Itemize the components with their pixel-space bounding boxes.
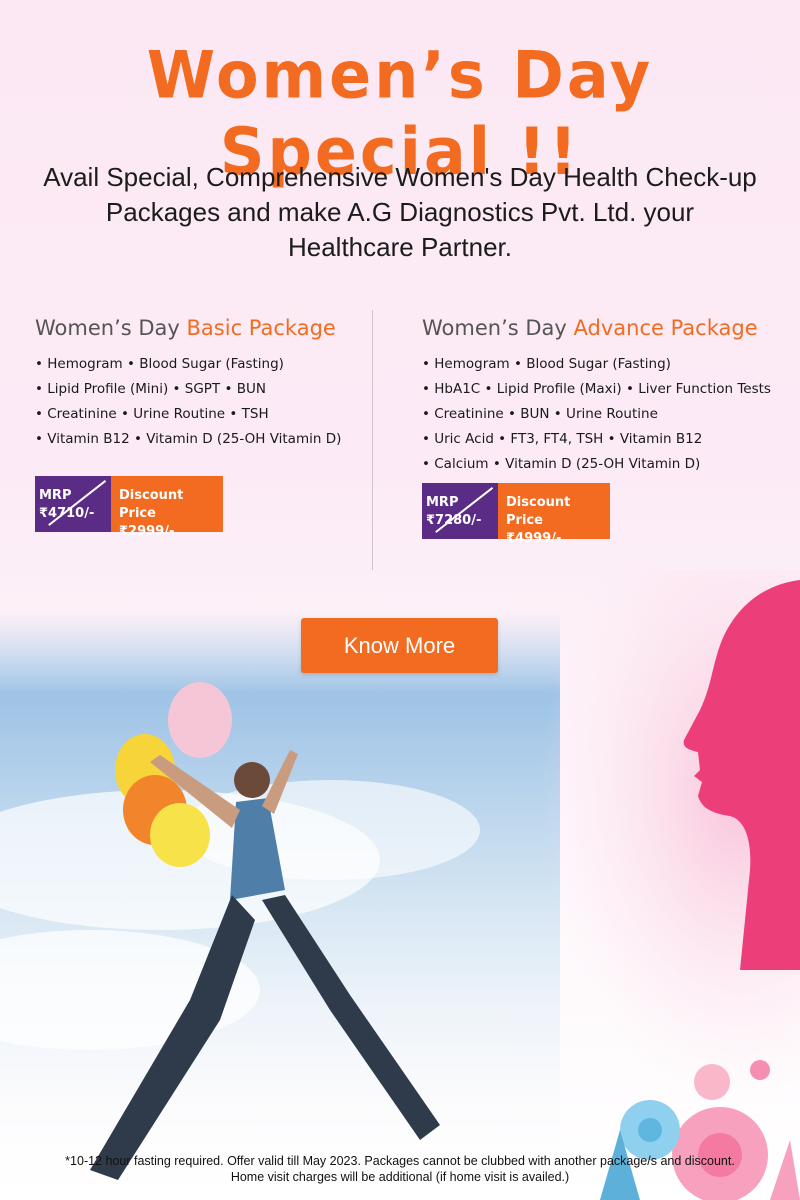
list-item: • Calcium • Vitamin D (25-OH Vitamin D) (422, 456, 701, 472)
list-item: • Creatinine • Urine Routine • TSH (35, 406, 269, 422)
discount-label: Discount Price (119, 488, 184, 521)
basic-package-title: Women’s Day Basic Package (35, 316, 365, 340)
mrp-value: ₹4710/- (39, 506, 95, 521)
advance-discount-badge: Discount Price ₹4999/- (498, 483, 610, 546)
package-divider (372, 310, 373, 570)
basic-price-box: MRP ₹4710/- Discount Price ₹2999/- (35, 476, 365, 539)
page-subtitle: Avail Special, Comprehensive Women's Day… (43, 162, 757, 262)
advance-title-highlight: Advance Package (573, 316, 758, 340)
advance-mrp-badge: MRP ₹7280/- (422, 483, 498, 539)
list-item: • Hemogram • Blood Sugar (Fasting) (422, 356, 671, 372)
basic-mrp-badge: MRP ₹4710/- (35, 476, 111, 532)
basic-test-list: • Hemogram • Blood Sugar (Fasting) • Lip… (35, 352, 365, 452)
disclaimer-text: *10-12 hour fasting required. Offer vali… (0, 1153, 800, 1185)
basic-package: Women’s Day Basic Package • Hemogram • B… (35, 316, 365, 539)
basic-title-prefix: Women’s Day (35, 316, 187, 340)
know-more-button[interactable]: Know More (301, 618, 498, 673)
basic-title-highlight: Basic Package (186, 316, 336, 340)
advance-package: Women’s Day Advance Package • Hemogram •… (422, 316, 792, 546)
advance-test-list: • Hemogram • Blood Sugar (Fasting) • HbA… (422, 352, 792, 477)
basic-discount-badge: Discount Price ₹2999/- (111, 476, 223, 539)
advance-package-title: Women’s Day Advance Package (422, 316, 792, 340)
discount-value: ₹4999/- (506, 531, 562, 546)
list-item: • Vitamin B12 • Vitamin D (25-OH Vitamin… (35, 431, 342, 447)
list-item: • Lipid Profile (Mini) • SGPT • BUN (35, 381, 266, 397)
disclaimer-line-1: *10-12 hour fasting required. Offer vali… (65, 1154, 735, 1168)
list-item: • Creatinine • BUN • Urine Routine (422, 406, 658, 422)
advance-title-prefix: Women’s Day (422, 316, 574, 340)
advance-price-box: MRP ₹7280/- Discount Price ₹4999/- (422, 483, 792, 546)
discount-value: ₹2999/- (119, 524, 175, 539)
discount-label: Discount Price (506, 495, 571, 528)
disclaimer-line-2: Home visit charges will be additional (i… (230, 1170, 570, 1184)
mrp-value: ₹7280/- (426, 513, 482, 528)
list-item: • HbA1C • Lipid Profile (Maxi) • Liver F… (422, 381, 771, 397)
list-item: • Hemogram • Blood Sugar (Fasting) (35, 356, 284, 372)
list-item: • Uric Acid • FT3, FT4, TSH • Vitamin B1… (422, 431, 703, 447)
